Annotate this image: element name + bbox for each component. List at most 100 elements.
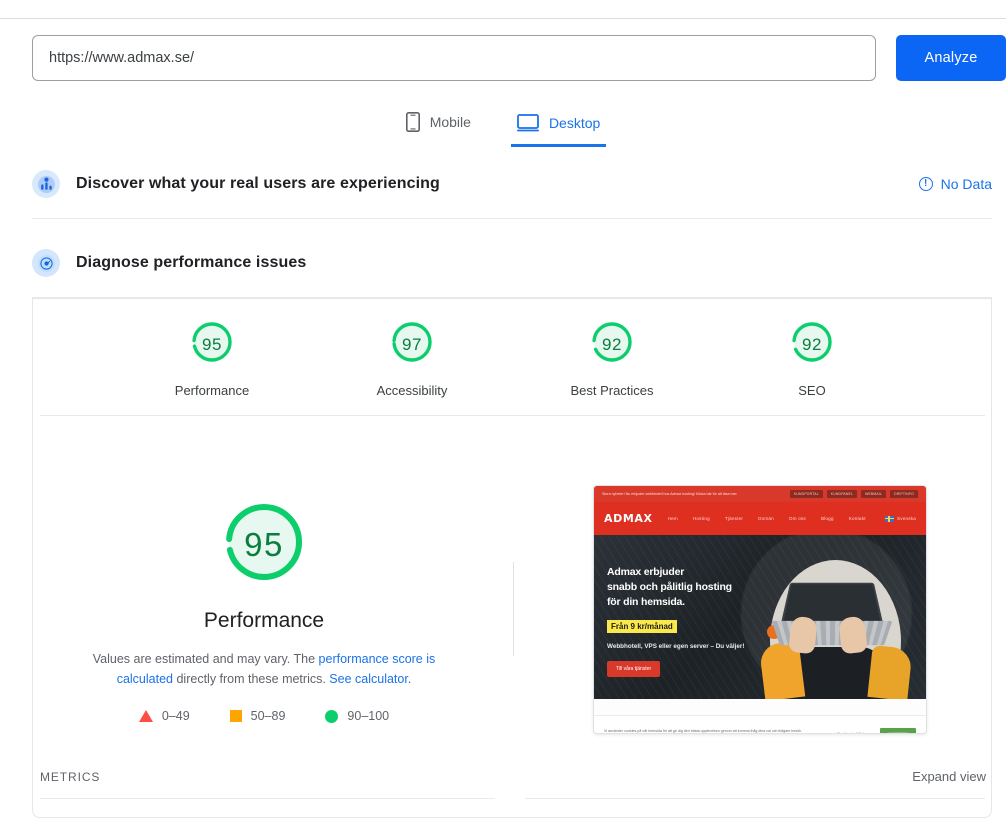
screenshot-nav-item: Kontakt <box>848 516 866 521</box>
hero-headline-3: för din hemsida. <box>607 596 685 608</box>
screenshot-cookie-banner: Vi använder cookies på vår hemsida för a… <box>594 715 926 734</box>
performance-summary: 95 Performance Values are estimated and … <box>40 496 488 723</box>
mobile-icon <box>405 112 420 132</box>
section-divider-1 <box>32 218 992 219</box>
page-screenshot-thumbnail[interactable]: Stora nyheter! Nu erbjuder webbhotell ho… <box>593 485 927 734</box>
screenshot-top-links: KUNDPORTAL KUNDPANEL WEBMAIL DRIFTINFO <box>789 490 918 498</box>
analyze-button[interactable]: Analyze <box>896 35 1006 81</box>
expand-view-toggle[interactable]: Expand view <box>912 769 986 784</box>
legend-pass-range: 90–100 <box>347 709 390 723</box>
field-data-section-header: Discover what your real users are experi… <box>32 170 992 198</box>
field-data-status: ! No Data <box>918 176 992 192</box>
screenshot-top-link: DRIFTINFO <box>890 490 918 498</box>
see-calculator-link[interactable]: See calculator. <box>329 672 411 686</box>
screenshot-nav-item: Tjänster <box>724 516 744 521</box>
legend-fail-range: 0–49 <box>161 709 190 723</box>
desktop-icon <box>516 114 539 132</box>
legend-pass: 90–100 <box>325 709 389 723</box>
screenshot-top-link: KUNDPORTAL <box>789 490 823 498</box>
metrics-divider-left <box>40 798 495 799</box>
field-data-status-label: No Data <box>940 176 992 192</box>
tab-mobile[interactable]: Mobile <box>400 108 477 147</box>
gauge-accessibility-label: Accessibility <box>376 383 448 398</box>
screenshot-language-label: Svenska <box>896 516 916 521</box>
screenshot-announcement-text: Stora nyheter! Nu erbjuder webbhotell ho… <box>602 492 738 496</box>
summary-vertical-divider <box>513 562 514 656</box>
hero-hand-left <box>788 615 818 655</box>
legend-average: 50–89 <box>229 709 286 723</box>
gauge-seo-label: SEO <box>798 383 826 398</box>
gauge-best-practices-label: Best Practices <box>570 383 654 398</box>
gauge-accessibility: 97 <box>388 318 436 371</box>
screenshot-announcement-bar: Stora nyheter! Nu erbjuder webbhotell ho… <box>594 486 926 502</box>
analyze-form: Analyze <box>32 35 1006 81</box>
tab-desktop-label: Desktop <box>548 115 601 131</box>
screenshot-top-link: KUNDPANEL <box>826 490 858 498</box>
performance-note-part1: Values are estimated and may vary. The <box>92 652 319 666</box>
form-factor-tabs: Mobile Desktop <box>0 108 1006 147</box>
screenshot-spacer <box>594 699 926 715</box>
tab-mobile-label: Mobile <box>429 114 471 130</box>
screenshot-nav-item: Om oss <box>788 516 806 521</box>
gauge-seo-value: 92 <box>802 334 822 354</box>
gauge-performance-label: Performance <box>174 383 250 398</box>
gauge-performance-large: 95 <box>218 496 310 593</box>
gauge-best-practices-value: 92 <box>602 334 622 354</box>
screenshot-logo: ADMAX <box>604 512 653 525</box>
hero-hand-right <box>838 615 868 655</box>
hero-person-coat-right <box>867 645 913 699</box>
score-legend: 0–49 50–89 90–100 <box>40 709 488 723</box>
field-data-title: Discover what your real users are experi… <box>76 175 440 192</box>
legend-average-range: 50–89 <box>250 709 286 723</box>
card-divider <box>40 415 985 416</box>
legend-fail: 0–49 <box>138 709 190 723</box>
performance-title: Performance <box>203 609 325 632</box>
screenshot-top-link: WEBMAIL <box>861 490 887 498</box>
swedish-flag-icon <box>884 515 894 522</box>
gauge-best-practices: 92 <box>588 318 636 371</box>
hero-headline-1: Admax erbjuder <box>607 566 685 578</box>
category-score-accessibility[interactable]: 97 Accessibility <box>352 318 472 398</box>
screenshot-nav-item: Hem <box>667 516 678 521</box>
category-score-performance[interactable]: 95 Performance <box>152 318 272 398</box>
gauge-performance: 95 <box>188 318 236 371</box>
category-scores: 95 Performance 97 Accessibility 92 Best … <box>32 318 992 398</box>
hero-price-highlight: Från 9 kr/månad <box>607 620 677 633</box>
metrics-label: METRICS <box>40 769 101 784</box>
category-score-seo[interactable]: 92 SEO <box>752 318 872 398</box>
screenshot-nav-item: Blogg <box>820 516 834 521</box>
results-card-top-edge <box>32 298 992 299</box>
screenshot-language-switcher: Svenska <box>884 515 916 522</box>
tab-desktop[interactable]: Desktop <box>510 110 607 147</box>
gauge-performance-value: 95 <box>202 334 222 354</box>
screenshot-navbar: ADMAX Hem Hosting Tjänster Domän Om oss … <box>594 502 926 535</box>
gauge-seo: 92 <box>788 318 836 371</box>
hero-headline-2: snabb och pålitlig hosting <box>607 581 732 593</box>
metrics-divider-right <box>525 798 985 799</box>
performance-note-part2: directly from these metrics. <box>173 672 330 686</box>
gauge-accessibility-value: 97 <box>402 334 422 354</box>
hero-copy: Admax erbjuder snabb och pålitlig hostin… <box>607 565 782 677</box>
cookie-settings-link: Cookie-inställningar <box>836 731 873 734</box>
header-divider <box>0 18 1006 19</box>
triangle-marker-icon <box>138 710 153 722</box>
category-score-best-practices[interactable]: 92 Best Practices <box>552 318 672 398</box>
cookie-banner-text: Vi använder cookies på vår hemsida för a… <box>604 728 802 733</box>
gauge-performance-large-value: 95 <box>244 525 284 563</box>
screenshot-nav-item: Domän <box>758 516 774 521</box>
screenshot-hero: Admax erbjuder snabb och pålitlig hostin… <box>594 535 926 699</box>
real-users-icon <box>32 170 60 198</box>
hero-cta-button: Till våra tjänster <box>607 661 661 677</box>
cookie-accept-button: ACCEPTERA <box>880 727 916 733</box>
speedometer-icon <box>32 249 60 277</box>
square-marker-icon <box>229 710 242 722</box>
hero-photo <box>758 547 913 699</box>
hero-subline: Webbhotell, VPS eller egen server – Du v… <box>607 643 745 650</box>
info-circle-icon: ! <box>918 177 933 191</box>
url-input[interactable] <box>32 35 876 81</box>
lab-data-section-header: Diagnose performance issues <box>32 249 992 277</box>
lab-data-title: Diagnose performance issues <box>76 254 307 271</box>
metrics-header: METRICS Expand view <box>40 769 986 784</box>
screenshot-nav-item: Hosting <box>692 516 710 521</box>
circle-marker-icon <box>325 709 339 723</box>
